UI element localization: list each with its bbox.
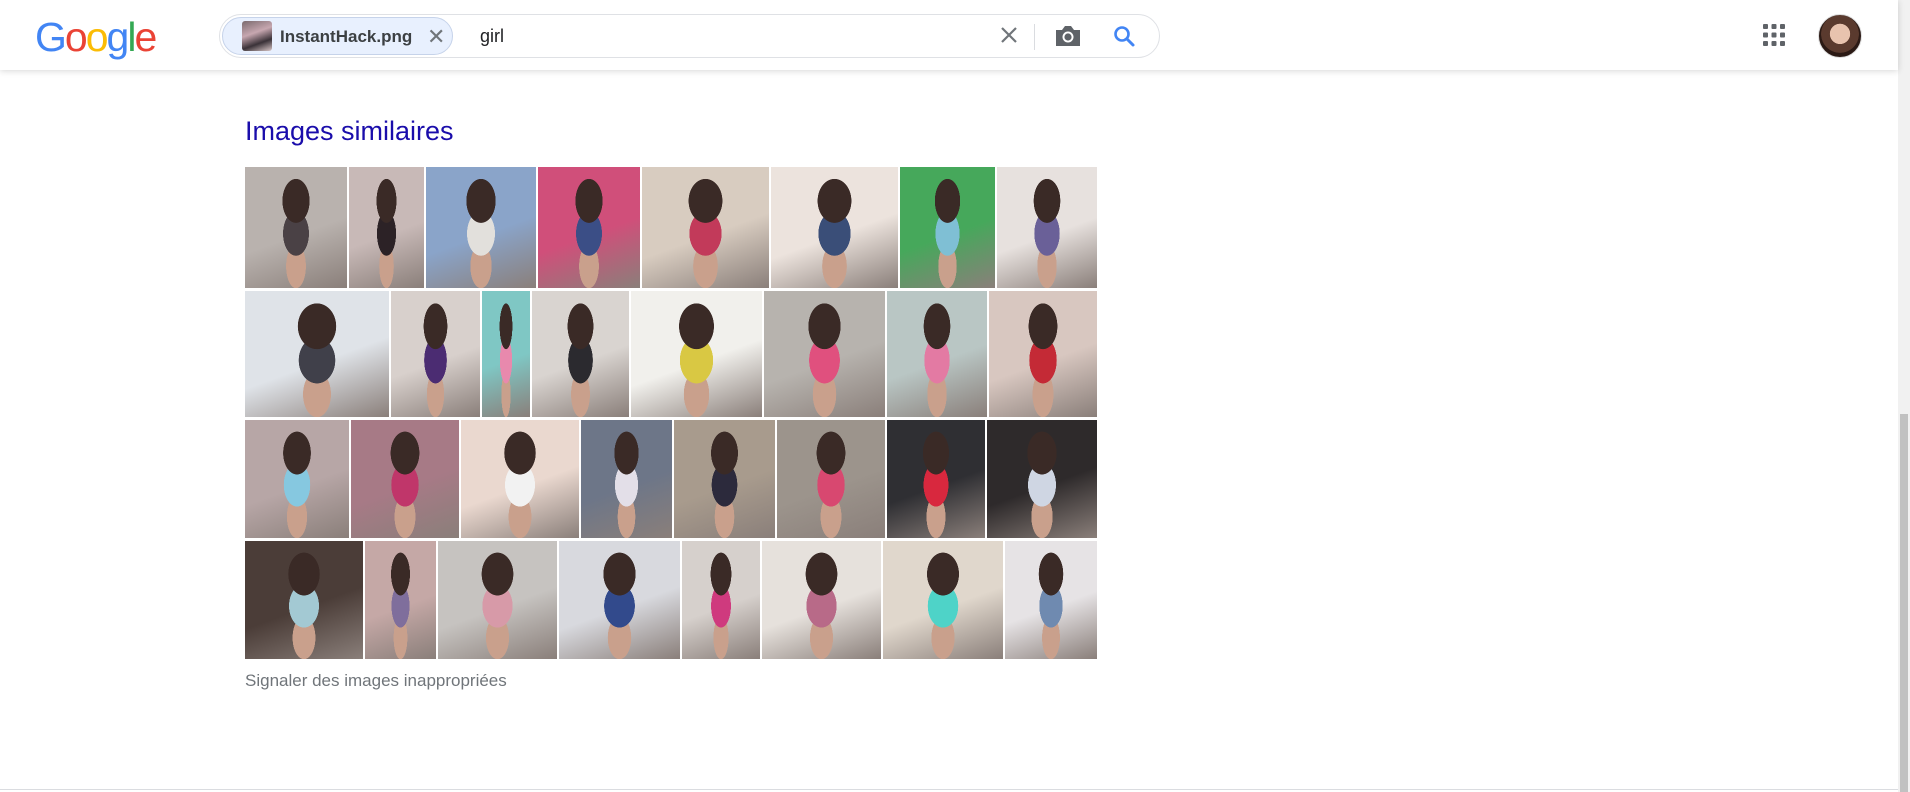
- similar-image-thumbnail[interactable]: [245, 167, 347, 288]
- similar-images-grid: [245, 167, 1097, 662]
- similar-image-thumbnail[interactable]: [887, 291, 987, 417]
- similar-image-thumbnail[interactable]: [631, 291, 762, 417]
- similar-image-thumbnail[interactable]: [883, 541, 1003, 659]
- similar-image-thumbnail[interactable]: [365, 541, 436, 659]
- similar-image-thumbnail[interactable]: [764, 291, 885, 417]
- similar-image-thumbnail[interactable]: [426, 167, 536, 288]
- apps-grid-icon: [1763, 24, 1785, 46]
- similar-image-thumbnail[interactable]: [1005, 541, 1097, 659]
- logo-letter: g: [106, 14, 130, 60]
- similar-images-heading[interactable]: Images similaires: [245, 116, 454, 147]
- similar-image-thumbnail[interactable]: [642, 167, 769, 288]
- similar-image-thumbnail[interactable]: [762, 541, 881, 659]
- chip-thumbnail-image: [242, 21, 272, 51]
- similar-image-thumbnail[interactable]: [674, 420, 775, 538]
- image-row: [245, 167, 1097, 288]
- similar-image-thumbnail[interactable]: [989, 291, 1097, 417]
- similar-image-thumbnail[interactable]: [245, 541, 363, 659]
- search-button[interactable]: [1109, 21, 1139, 51]
- account-avatar[interactable]: [1818, 14, 1862, 58]
- image-row: [245, 541, 1097, 659]
- logo-letter: e: [134, 14, 157, 60]
- similar-image-thumbnail[interactable]: [900, 167, 995, 288]
- logo-letter: G: [35, 14, 67, 60]
- scrollbar-thumb[interactable]: [1900, 414, 1908, 792]
- close-icon[interactable]: ✕: [427, 24, 445, 50]
- similar-image-thumbnail[interactable]: [349, 167, 424, 288]
- google-logo[interactable]: Google: [35, 14, 157, 61]
- page-scrollbar[interactable]: [1898, 0, 1910, 792]
- report-inappropriate-images-link[interactable]: Signaler des images inappropriées: [245, 671, 507, 691]
- similar-image-thumbnail[interactable]: [777, 420, 885, 538]
- similar-image-thumbnail[interactable]: [482, 291, 530, 417]
- similar-image-thumbnail[interactable]: [351, 420, 459, 538]
- image-row: [245, 420, 1097, 538]
- similar-image-thumbnail[interactable]: [245, 420, 349, 538]
- search-input[interactable]: [480, 26, 980, 47]
- clear-search-button[interactable]: [994, 20, 1024, 50]
- google-apps-button[interactable]: [1761, 22, 1787, 48]
- similar-image-thumbnail[interactable]: [538, 167, 640, 288]
- logo-letter: o: [64, 14, 88, 60]
- similar-image-thumbnail[interactable]: [532, 291, 629, 417]
- image-row: [245, 291, 1097, 417]
- close-icon: [1001, 27, 1017, 43]
- similar-image-thumbnail[interactable]: [438, 541, 557, 659]
- similar-image-thumbnail[interactable]: [461, 420, 579, 538]
- similar-image-thumbnail[interactable]: [581, 420, 672, 538]
- similar-image-thumbnail[interactable]: [682, 541, 760, 659]
- search-icon: [1114, 26, 1135, 47]
- image-search-chip[interactable]: InstantHack.png ✕: [222, 17, 453, 55]
- similar-image-thumbnail[interactable]: [887, 420, 985, 538]
- similar-image-thumbnail[interactable]: [245, 291, 389, 417]
- similar-image-thumbnail[interactable]: [391, 291, 480, 417]
- logo-letter: o: [85, 14, 109, 60]
- camera-icon: [1056, 26, 1080, 46]
- similar-image-thumbnail[interactable]: [559, 541, 680, 659]
- similar-image-thumbnail[interactable]: [987, 420, 1097, 538]
- similar-image-thumbnail[interactable]: [997, 167, 1097, 288]
- logo-letter: l: [127, 14, 136, 60]
- search-box-divider: [1034, 24, 1035, 50]
- search-box: InstantHack.png ✕: [219, 14, 1160, 58]
- footer-divider: [0, 789, 1898, 790]
- similar-image-thumbnail[interactable]: [771, 167, 898, 288]
- chip-filename-label: InstantHack.png: [280, 27, 413, 46]
- search-by-image-button[interactable]: [1052, 21, 1084, 51]
- header-bar: Google InstantHack.png ✕: [0, 0, 1898, 70]
